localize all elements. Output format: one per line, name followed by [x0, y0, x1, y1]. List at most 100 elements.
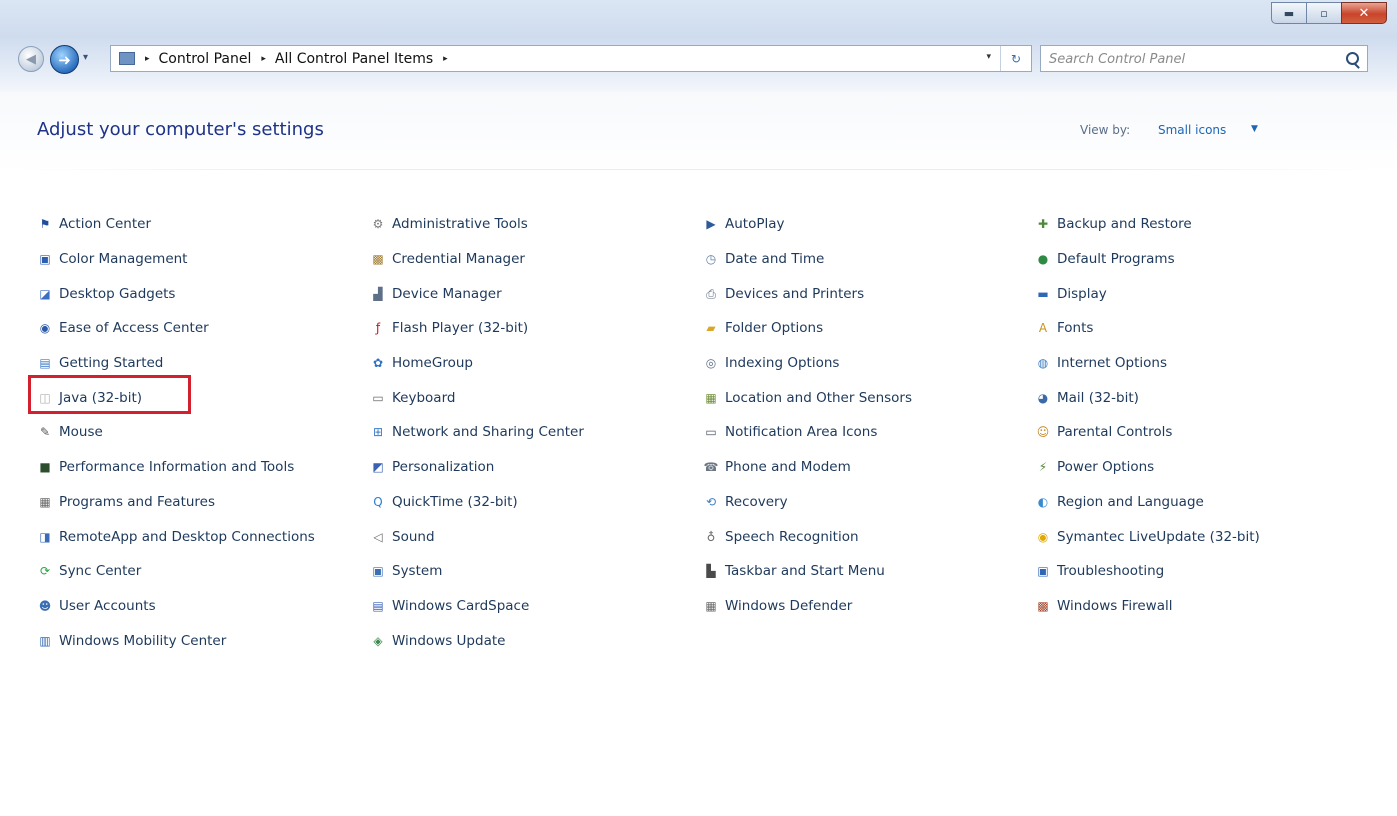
- control-panel-item[interactable]: ◁ Sound: [370, 519, 584, 554]
- default-programs-icon: ●: [1037, 252, 1049, 267]
- admin-tools-icon: ⚙: [372, 217, 384, 232]
- forward-button[interactable]: ➜: [50, 45, 79, 74]
- control-panel-item[interactable]: ⟲ Recovery: [703, 485, 912, 520]
- control-panel-item[interactable]: ◨ RemoteApp and Desktop Connections: [37, 519, 315, 554]
- minimize-button[interactable]: ▬: [1271, 2, 1307, 24]
- breadcrumb-separator[interactable]: ▸: [145, 54, 150, 64]
- programs-icon: ▦: [39, 494, 51, 509]
- symantec-icon: ◉: [1037, 529, 1049, 544]
- search-input[interactable]: [1047, 48, 1331, 71]
- notification-icon: ▭: [705, 425, 717, 440]
- control-panel-item[interactable]: ▶ AutoPlay: [703, 207, 912, 242]
- control-panel-item[interactable]: ƒ Flash Player (32-bit): [370, 311, 584, 346]
- header-divider: [18, 169, 1379, 170]
- control-panel-item[interactable]: ⎙ Devices and Printers: [703, 276, 912, 311]
- breadcrumb-separator[interactable]: ▸: [261, 54, 266, 64]
- control-panel-item[interactable]: ♁ Speech Recognition: [703, 519, 912, 554]
- control-panel-item[interactable]: ▙ Taskbar and Start Menu: [703, 554, 912, 589]
- control-panel-item[interactable]: ▦ Windows Defender: [703, 589, 912, 624]
- control-panel-item-label: Notification Area Icons: [725, 424, 878, 441]
- control-panel-item[interactable]: ⚑ Action Center: [37, 207, 315, 242]
- control-panel-item[interactable]: ▤ Windows CardSpace: [370, 589, 584, 624]
- control-panel-item[interactable]: ▰ Folder Options: [703, 311, 912, 346]
- control-panel-item[interactable]: ◩ Personalization: [370, 450, 584, 485]
- control-panel-item[interactable]: ◐ Region and Language: [1035, 485, 1260, 520]
- control-panel-icon: [119, 52, 135, 65]
- title-bar: ▬ ▫ ✕ ◀ ➜ ▾ ▸ Control Panel ▸ All Contro…: [0, 0, 1397, 92]
- control-panel-item[interactable]: ▬ Display: [1035, 276, 1260, 311]
- control-panel-item[interactable]: ▦ Programs and Features: [37, 485, 315, 520]
- maximize-button[interactable]: ▫: [1306, 2, 1342, 24]
- control-panel-item-label: Backup and Restore: [1057, 216, 1192, 233]
- breadcrumb-all-items[interactable]: All Control Panel Items: [275, 51, 433, 67]
- control-panel-item[interactable]: ◷ Date and Time: [703, 242, 912, 277]
- recent-pages-dropdown[interactable]: ▾: [83, 52, 88, 63]
- control-panel-item[interactable]: ◪ Desktop Gadgets: [37, 276, 315, 311]
- control-panel-item[interactable]: ☻ User Accounts: [37, 589, 315, 624]
- control-panel-item-label: Symantec LiveUpdate (32-bit): [1057, 528, 1260, 545]
- backup-icon: ✚: [1037, 217, 1049, 232]
- control-panel-item[interactable]: ▣ System: [370, 554, 584, 589]
- control-panel-item[interactable]: ✿ HomeGroup: [370, 346, 584, 381]
- control-panel-item-label: Windows Defender: [725, 597, 853, 614]
- control-panel-item[interactable]: ■ Performance Information and Tools: [37, 450, 315, 485]
- control-panel-item[interactable]: ✎ Mouse: [37, 415, 315, 450]
- monitor-icon: ▣: [39, 252, 51, 267]
- caption-buttons: ▬ ▫ ✕: [1271, 2, 1387, 24]
- view-by-arrow-icon[interactable]: ▼: [1251, 124, 1258, 134]
- control-panel-item[interactable]: ▟ Device Manager: [370, 276, 584, 311]
- breadcrumb-control-panel[interactable]: Control Panel: [159, 51, 252, 67]
- control-panel-item[interactable]: ▩ Windows Firewall: [1035, 589, 1260, 624]
- control-panel-item[interactable]: ⚙ Administrative Tools: [370, 207, 584, 242]
- view-by-dropdown[interactable]: Small icons: [1158, 123, 1226, 137]
- control-panel-item-label: Folder Options: [725, 320, 824, 337]
- control-panel-item[interactable]: ▣ Color Management: [37, 242, 315, 277]
- search-icon[interactable]: [1346, 52, 1359, 65]
- control-panel-item[interactable]: ⊞ Network and Sharing Center: [370, 415, 584, 450]
- control-panel-item[interactable]: ◎ Indexing Options: [703, 346, 912, 381]
- forward-arrow-icon: ➜: [58, 50, 71, 69]
- control-panel-item[interactable]: ● Default Programs: [1035, 242, 1260, 277]
- control-panel-item[interactable]: ▥ Windows Mobility Center: [37, 623, 315, 658]
- microphone-icon: ♁: [706, 529, 716, 544]
- troubleshooting-icon: ▣: [1037, 564, 1049, 579]
- control-panel-item[interactable]: ⚡ Power Options: [1035, 450, 1260, 485]
- refresh-icon: ↻: [1010, 51, 1022, 66]
- control-panel-item[interactable]: ◉ Ease of Access Center: [37, 311, 315, 346]
- control-panel-item[interactable]: ▣ Troubleshooting: [1035, 554, 1260, 589]
- control-panel-item[interactable]: ◕ Mail (32-bit): [1035, 380, 1260, 415]
- control-panel-item-label: Internet Options: [1057, 355, 1167, 372]
- search-box: [1040, 45, 1368, 72]
- control-panel-item[interactable]: ◍ Internet Options: [1035, 346, 1260, 381]
- control-panel-item[interactable]: ◉ Symantec LiveUpdate (32-bit): [1035, 519, 1260, 554]
- control-panel-item[interactable]: ☎ Phone and Modem: [703, 450, 912, 485]
- control-panel-item-label: Fonts: [1057, 320, 1094, 337]
- back-button[interactable]: ◀: [18, 46, 44, 72]
- refresh-button[interactable]: ↻: [1000, 46, 1031, 71]
- address-bar[interactable]: ▸ Control Panel ▸ All Control Panel Item…: [110, 45, 1032, 72]
- indexing-icon: ◎: [705, 356, 717, 371]
- breadcrumb-separator[interactable]: ▸: [443, 54, 448, 64]
- firewall-icon: ▩: [1037, 598, 1049, 613]
- control-panel-item[interactable]: A Fonts: [1035, 311, 1260, 346]
- control-panel-item[interactable]: Q QuickTime (32-bit): [370, 485, 584, 520]
- control-panel-item-label: Recovery: [725, 493, 788, 510]
- control-panel-item[interactable]: ▦ Location and Other Sensors: [703, 380, 912, 415]
- control-panel-item[interactable]: ✚ Backup and Restore: [1035, 207, 1260, 242]
- gadgets-icon: ◪: [39, 286, 51, 301]
- control-panel-item[interactable]: ☺ Parental Controls: [1035, 415, 1260, 450]
- cardspace-icon: ▤: [372, 598, 384, 613]
- control-panel-item[interactable]: ⟳ Sync Center: [37, 554, 315, 589]
- personalization-icon: ◩: [372, 460, 384, 475]
- control-panel-item-label: User Accounts: [59, 597, 156, 614]
- control-panel-item-label: QuickTime (32-bit): [392, 493, 518, 510]
- control-panel-item-label: Keyboard: [392, 389, 456, 406]
- control-panel-item[interactable]: ▭ Keyboard: [370, 380, 584, 415]
- close-button[interactable]: ✕: [1341, 2, 1387, 24]
- control-panel-item[interactable]: ◈ Windows Update: [370, 623, 584, 658]
- control-panel-item-label: Windows CardSpace: [392, 597, 530, 614]
- control-panel-item-label: Personalization: [392, 459, 495, 476]
- address-history-dropdown[interactable]: ▾: [986, 52, 991, 62]
- control-panel-item[interactable]: ▭ Notification Area Icons: [703, 415, 912, 450]
- control-panel-item[interactable]: ▩ Credential Manager: [370, 242, 584, 277]
